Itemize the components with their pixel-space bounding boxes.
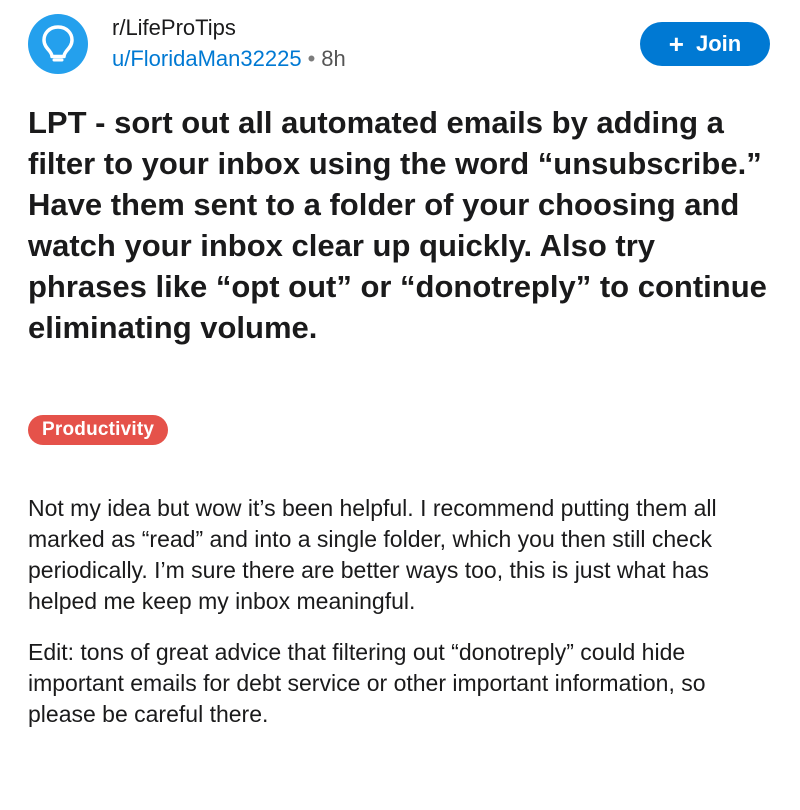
- subreddit-name[interactable]: r/LifeProTips: [112, 14, 346, 42]
- body-paragraph-edit: Edit: tons of great advice that filterin…: [28, 639, 706, 727]
- post-title[interactable]: LPT - sort out all automated emails by a…: [28, 102, 780, 348]
- author-line: u/FloridaMan32225 • 8h: [112, 44, 346, 74]
- plus-icon: +: [668, 29, 684, 59]
- post-meta: r/LifeProTips u/FloridaMan32225 • 8h: [112, 14, 346, 74]
- join-button[interactable]: + Join: [640, 22, 770, 66]
- join-label: Join: [695, 31, 742, 56]
- author-username[interactable]: u/FloridaMan32225: [112, 46, 302, 71]
- lightbulb-icon: [42, 25, 74, 62]
- post-flair[interactable]: Productivity: [28, 415, 169, 445]
- post-age: 8h: [321, 46, 346, 71]
- body-paragraph: Not my idea but wow it’s been helpful. I…: [28, 495, 717, 614]
- subreddit-avatar[interactable]: [28, 14, 88, 74]
- post-header: r/LifeProTips u/FloridaMan32225 • 8h + Joi…: [28, 14, 772, 78]
- post-body: Not my idea but wow it’s been helpful. I…: [28, 493, 778, 750]
- meta-separator: •: [307, 46, 316, 71]
